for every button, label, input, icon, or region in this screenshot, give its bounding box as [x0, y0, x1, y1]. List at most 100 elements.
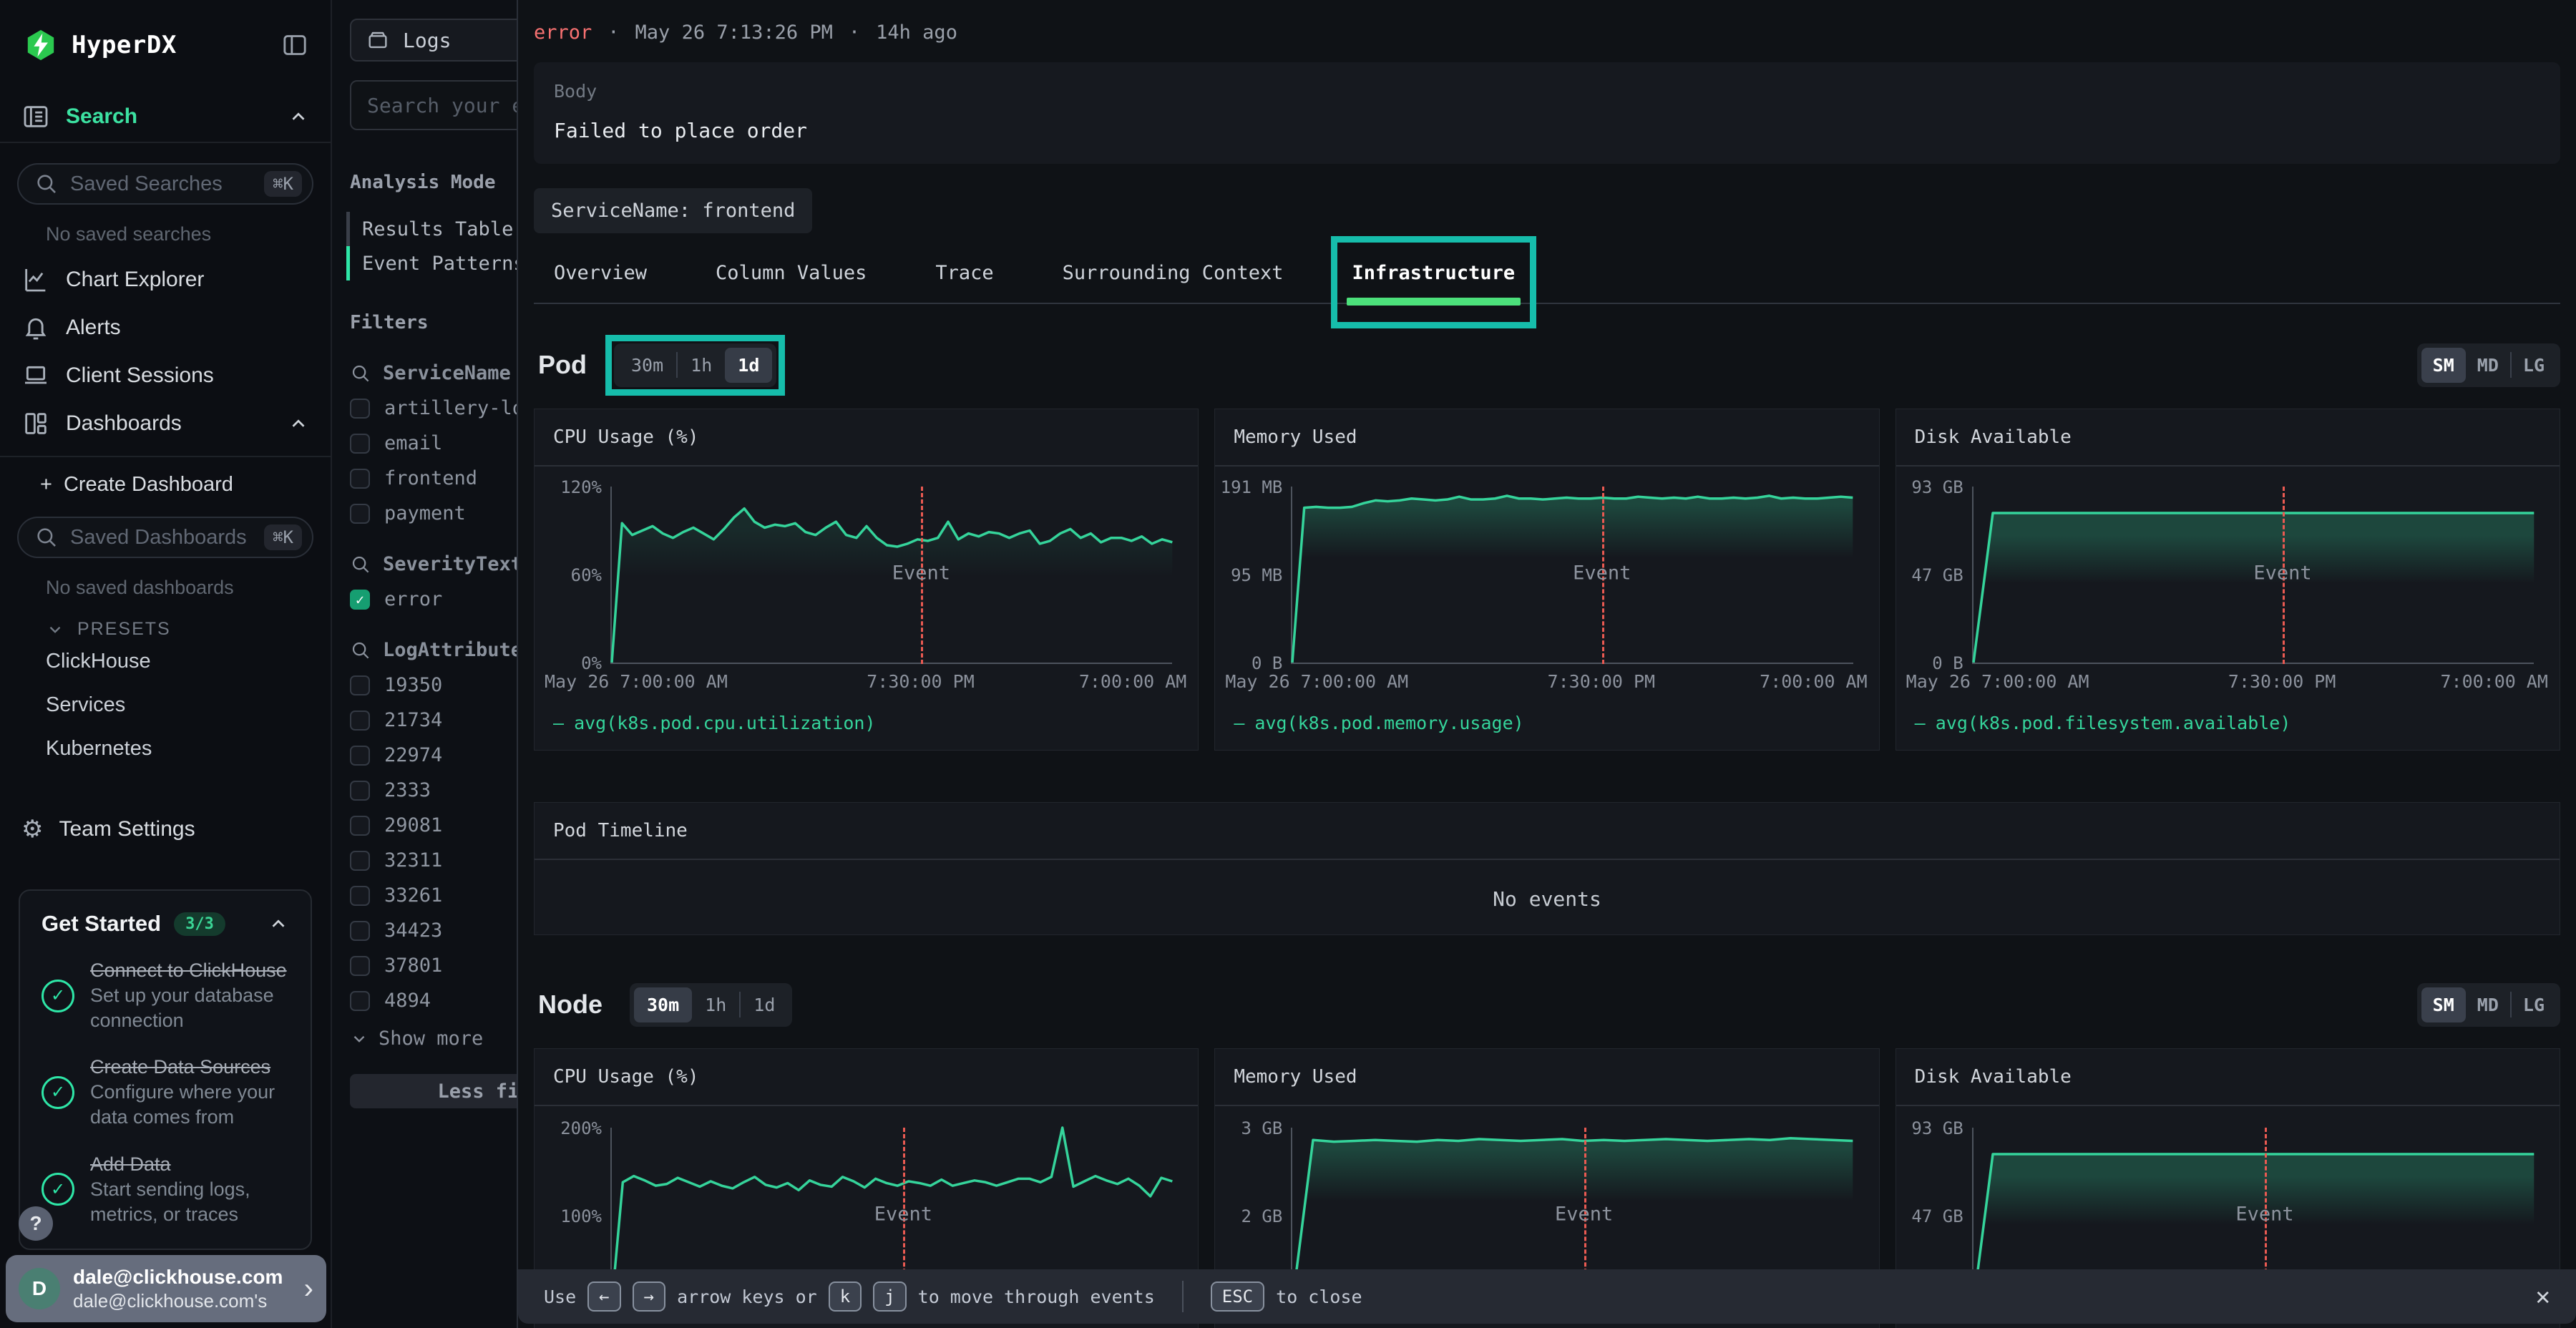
pod-cpu-plot[interactable]: 120% 60% 0% Event: [535, 487, 1184, 664]
esc-keycap: ESC: [1211, 1281, 1264, 1312]
checkbox[interactable]: [350, 851, 370, 871]
filter-option-label: 32311: [384, 849, 442, 872]
panel-toggle-icon: [280, 31, 309, 59]
sidebar-item-search[interactable]: Search: [0, 97, 331, 143]
saved-searches-input[interactable]: Saved Searches ⌘K: [17, 163, 313, 205]
sidebar-item-dashboards[interactable]: Dashboards: [0, 399, 331, 447]
y-tick: 93 GB: [1896, 1119, 1963, 1138]
node-timerange-control: 30m 1h 1d: [630, 983, 792, 1027]
mode-indicator: [346, 246, 350, 280]
checkbox[interactable]: [350, 711, 370, 731]
sidebar-collapse-button[interactable]: [280, 31, 309, 59]
chevron-up-icon: [288, 106, 309, 127]
tab-label: Infrastructure: [1352, 262, 1516, 284]
tab-infrastructure[interactable]: Infrastructure: [1352, 262, 1516, 284]
sidebar-item-team-settings[interactable]: ⚙ Team Settings: [0, 806, 331, 852]
node-section-header: Node 30m 1h 1d SM MD LG: [534, 981, 2560, 1028]
filter-option-label: 22974: [384, 744, 442, 766]
event-marker-label: Event: [2235, 1203, 2293, 1225]
pod-timeline-card: Pod Timeline No events: [534, 802, 2560, 935]
node-range-1h[interactable]: 1h: [692, 987, 739, 1022]
preset-clickhouse[interactable]: ClickHouse: [0, 640, 331, 683]
checkbox[interactable]: [350, 675, 370, 695]
chart-legend: —avg(k8s.pod.filesystem.available): [1915, 713, 2560, 733]
checkbox[interactable]: [350, 504, 370, 524]
arrow-right-keycap: →: [633, 1281, 665, 1312]
chart-legend: —avg(k8s.pod.memory.usage): [1234, 713, 1878, 733]
checkbox[interactable]: [350, 399, 370, 419]
node-size-md[interactable]: MD: [2466, 987, 2510, 1022]
checkbox[interactable]: [350, 469, 370, 489]
search-icon: [350, 363, 371, 384]
pod-size-sm[interactable]: SM: [2421, 348, 2466, 383]
close-icon[interactable]: ✕: [2536, 1282, 2550, 1311]
checkbox[interactable]: [350, 886, 370, 906]
presets-toggle[interactable]: PRESETS: [0, 599, 331, 640]
node-range-30m[interactable]: 30m: [634, 987, 692, 1022]
servicename-chip[interactable]: ServiceName: frontend: [534, 188, 812, 233]
filter-option-label: 21734: [384, 709, 442, 731]
checkbox[interactable]: [350, 781, 370, 801]
pod-range-1h[interactable]: 1h: [678, 348, 725, 383]
tab-overview[interactable]: Overview: [554, 262, 647, 284]
node-range-1d[interactable]: 1d: [741, 987, 788, 1022]
checkbox[interactable]: [350, 956, 370, 976]
pod-disk-plot[interactable]: 93 GB 47 GB 0 B Event: [1896, 487, 2545, 664]
get-started-step-add-data[interactable]: ✓ Add Data Start sending logs, metrics, …: [42, 1152, 289, 1227]
event-marker-label: Event: [874, 1203, 932, 1225]
show-more-label: Show more: [379, 1027, 483, 1050]
no-saved-dashboards-text: No saved dashboards: [0, 558, 331, 599]
pod-size-md[interactable]: MD: [2466, 348, 2510, 383]
y-tick: 191 MB: [1215, 478, 1282, 497]
tab-surrounding-context[interactable]: Surrounding Context: [1063, 262, 1284, 284]
sidebar-item-client-sessions[interactable]: Client Sessions: [0, 351, 331, 399]
get-started-step-connect[interactable]: ✓ Connect to ClickHouse Set up your data…: [42, 958, 289, 1033]
chevron-up-icon: [288, 413, 309, 434]
event-marker-label: Event: [1555, 1203, 1613, 1225]
dashboards-icon: [21, 409, 50, 438]
checkbox[interactable]: [350, 746, 370, 766]
filter-option-label: 19350: [384, 674, 442, 696]
sidebar-item-label: Alerts: [66, 316, 121, 340]
search-icon: [34, 172, 59, 196]
create-dashboard-button[interactable]: + Create Dashboard: [0, 457, 331, 497]
sidebar-item-label: Team Settings: [59, 817, 195, 841]
severity-badge: error: [534, 21, 592, 44]
preset-services[interactable]: Services: [0, 683, 331, 727]
node-size-lg[interactable]: LG: [2512, 987, 2556, 1022]
k-keycap: k: [829, 1281, 862, 1312]
checkbox[interactable]: [350, 816, 370, 836]
filter-group-name: SeverityText: [383, 553, 522, 575]
chevron-up-icon[interactable]: [268, 913, 289, 934]
kbd-shortcut: ⌘K: [264, 524, 302, 550]
pod-range-1d[interactable]: 1d: [725, 348, 772, 383]
pod-range-30m[interactable]: 30m: [618, 348, 676, 383]
footer-text: arrow keys or: [677, 1286, 817, 1307]
chart-title: Memory Used: [1215, 409, 1878, 467]
checkbox[interactable]: [350, 434, 370, 454]
logo-row: HyperDX: [0, 0, 331, 62]
tab-column-values[interactable]: Column Values: [716, 262, 867, 284]
saved-searches-placeholder: Saved Searches: [70, 172, 223, 196]
tab-trace[interactable]: Trace: [935, 262, 993, 284]
y-tick: 200%: [535, 1119, 602, 1138]
get-started-step-sources[interactable]: ✓ Create Data Sources Configure where yo…: [42, 1055, 289, 1130]
checkbox[interactable]: [350, 991, 370, 1011]
pod-timeline-title: Pod Timeline: [535, 803, 2560, 860]
pod-size-lg[interactable]: LG: [2512, 348, 2556, 383]
preset-kubernetes[interactable]: Kubernetes: [0, 727, 331, 771]
pod-memory-plot[interactable]: 191 MB 95 MB 0 B Event: [1215, 487, 1864, 664]
sidebar-item-alerts[interactable]: Alerts: [0, 303, 331, 351]
j-keycap: j: [873, 1281, 906, 1312]
x-tick: 7:30:00 PM: [2228, 671, 2336, 692]
node-title: Node: [538, 990, 602, 1020]
saved-dashboards-input[interactable]: Saved Dashboards ⌘K: [17, 517, 313, 558]
node-size-sm[interactable]: SM: [2421, 987, 2466, 1022]
body-value: Failed to place order: [554, 119, 2540, 142]
checkbox-checked[interactable]: ✓: [350, 590, 370, 610]
sidebar-item-chart-explorer[interactable]: Chart Explorer: [0, 255, 331, 303]
user-account-button[interactable]: D dale@clickhouse.com dale@clickhouse.co…: [6, 1255, 326, 1322]
sidebar-item-label: Client Sessions: [66, 363, 214, 388]
checkbox[interactable]: [350, 921, 370, 941]
help-button[interactable]: ?: [19, 1206, 53, 1241]
